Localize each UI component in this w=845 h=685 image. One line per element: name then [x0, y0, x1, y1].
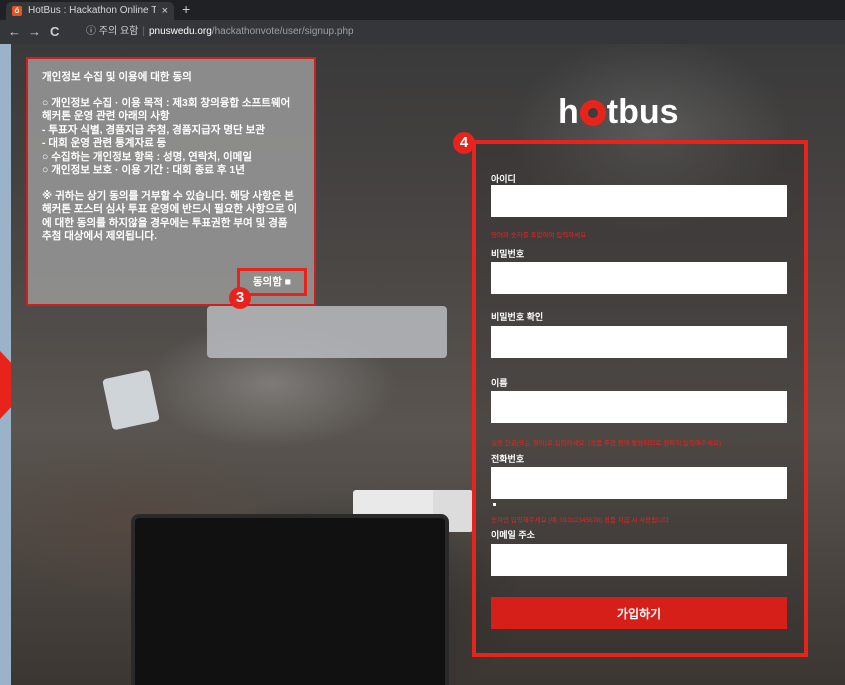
consent-line: - 투표자 식별, 경품지급 추첨, 경품지급자 명단 보관	[42, 123, 265, 136]
password-input[interactable]	[491, 262, 787, 294]
consent-notice: ※ 귀하는 상기 동의를 거부할 수 있습니다. 해당 사항은 본 해커톤 포스…	[42, 189, 298, 243]
name-label: 이름	[491, 378, 508, 388]
consent-line: ○ 수집하는 개인정보 항목 : 성명, 연락처, 이메일	[42, 150, 252, 163]
background-phone	[102, 369, 160, 431]
forward-button[interactable]: →	[28, 24, 41, 40]
browser-tab[interactable]: ó HotBus : Hackathon Online Te: ×	[6, 2, 174, 20]
phone-marker	[493, 503, 496, 506]
id-input[interactable]	[491, 185, 787, 217]
browser-tab-bar: ó HotBus : Hackathon Online Te: × +	[0, 0, 845, 20]
url-field[interactable]: ⓘ 주의 요함 | pnuswedu.org/hackathonvote/user/…	[86, 24, 826, 40]
annotation-badge-4: 4	[453, 132, 475, 154]
email-input[interactable]	[491, 544, 787, 576]
background-laptop-keyboard	[207, 306, 447, 358]
tab-title: HotBus : Hackathon Online Te:	[28, 5, 156, 16]
url-host: pnuswedu.org	[148, 26, 212, 37]
security-indicator[interactable]: ⓘ 주의 요함	[86, 26, 138, 37]
hotbus-favicon-icon: ó	[12, 6, 22, 16]
back-button[interactable]: ←	[8, 24, 21, 40]
password-label: 비밀번호	[491, 249, 525, 259]
background-laptop	[131, 514, 449, 685]
consent-details: ○ 개인정보 수집 · 이용 목적 : 제3회 창의융합 소프트웨어 해커톤 운…	[42, 97, 300, 178]
phone-label: 전화번호	[491, 454, 525, 464]
flame-icon	[579, 100, 606, 126]
url-path: /hackathonvote/user/signup.php	[211, 26, 354, 37]
email-label: 이메일 주소	[491, 530, 535, 540]
phone-error: 숫자만 입력해주세요 (예: 01012345678) 경품 지급 시 사용됩니…	[491, 517, 670, 524]
logo-text-right: tbus	[606, 93, 679, 131]
annotation-badge-3: 3	[229, 287, 251, 309]
id-label: 아이디	[491, 174, 516, 184]
url-separator: |	[142, 26, 145, 37]
address-bar-row: ← → C ⓘ 주의 요함 | pnuswedu.org/hackathonvote…	[0, 20, 845, 44]
new-tab-button[interactable]: +	[182, 1, 190, 17]
logo-text-left: h	[558, 93, 579, 131]
reload-button[interactable]: C	[50, 24, 59, 40]
name-input[interactable]	[491, 391, 787, 423]
consent-line: ○ 개인정보 수집 · 이용 목적 : 제3회 창의융합 소프트웨어 해커톤 운…	[42, 96, 291, 123]
consent-line: - 대회 운영 관련 통계자료 등	[42, 137, 167, 149]
name-error: 실명 한글(또는 영어)로 입력하세요. (경품 추첨 등에 활용되므로 정확히…	[491, 440, 722, 447]
consent-title: 개인정보 수집 및 이용에 대한 동의	[42, 71, 192, 83]
password-confirm-input[interactable]	[491, 326, 787, 358]
hotbus-logo: h tbus	[558, 93, 679, 132]
tab-close-icon[interactable]: ×	[162, 2, 168, 20]
id-error: 영어와 숫자를 조합하여 입력하세요	[491, 232, 587, 239]
consent-line: ○ 개인정보 보호 · 이용 기간 : 대회 종료 후 1년	[42, 164, 245, 176]
password-confirm-label: 비밀번호 확인	[491, 312, 544, 322]
phone-input[interactable]	[491, 467, 787, 499]
signup-button[interactable]: 가입하기	[491, 597, 787, 629]
